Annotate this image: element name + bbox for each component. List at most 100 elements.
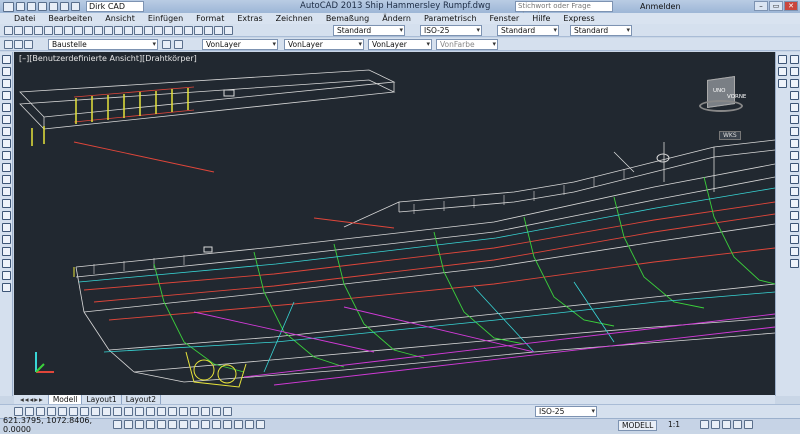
annotation-scale[interactable]: 1:1 xyxy=(668,420,680,429)
open-drawing-icon[interactable] xyxy=(14,25,23,35)
infer-constraints-icon[interactable] xyxy=(113,420,122,429)
clean-screen-icon[interactable] xyxy=(744,420,753,429)
menu-item-aendern[interactable]: Ändern xyxy=(382,14,411,23)
extend-icon[interactable] xyxy=(790,175,799,184)
zoom-previous-icon[interactable] xyxy=(154,25,163,35)
move-icon[interactable] xyxy=(790,115,799,124)
linetype-select[interactable]: VonLayer xyxy=(284,39,364,50)
gradient-icon[interactable] xyxy=(2,235,11,244)
menu-item-zeichnen[interactable]: Zeichnen xyxy=(276,14,313,23)
stretch-icon[interactable] xyxy=(790,151,799,160)
redo-tool-icon[interactable] xyxy=(114,25,123,35)
break-icon[interactable] xyxy=(790,199,799,208)
dim-baseline-icon[interactable] xyxy=(113,407,122,416)
tab-layout1[interactable]: Layout1 xyxy=(82,395,122,404)
lineweight-select[interactable]: VonLayer xyxy=(368,39,432,50)
dim-edit-icon[interactable] xyxy=(201,407,210,416)
revcloud-icon[interactable] xyxy=(2,139,11,148)
tab-layout2[interactable]: Layout2 xyxy=(122,395,161,404)
ellipse-arc-icon[interactable] xyxy=(2,175,11,184)
send-back-icon[interactable] xyxy=(778,67,787,76)
viewcube[interactable]: UNO VORNE xyxy=(699,74,746,118)
undo-tool-icon[interactable] xyxy=(104,25,113,35)
polar-tracking-icon[interactable] xyxy=(157,420,166,429)
dim-continue-icon[interactable] xyxy=(124,407,133,416)
layer-select[interactable]: Baustelle xyxy=(48,39,158,50)
app-menu-icon[interactable] xyxy=(3,1,14,12)
quick-properties-icon[interactable] xyxy=(245,420,254,429)
erase-icon[interactable] xyxy=(790,55,799,64)
bring-front-icon[interactable] xyxy=(778,55,787,64)
transparency-icon[interactable] xyxy=(234,420,243,429)
properties-icon[interactable] xyxy=(164,25,173,35)
dim-text-edit-icon[interactable] xyxy=(212,407,221,416)
mtext-icon[interactable] xyxy=(2,271,11,280)
menu-item-datei[interactable]: Datei xyxy=(14,14,35,23)
open-icon[interactable] xyxy=(27,1,36,11)
table-style-select[interactable]: Standard xyxy=(497,25,559,36)
minimize-button[interactable]: – xyxy=(754,1,768,11)
mleader-style-select[interactable]: Standard xyxy=(570,25,632,36)
join-icon[interactable] xyxy=(790,211,799,220)
center-mark-icon[interactable] xyxy=(168,407,177,416)
workspace-switch-icon[interactable] xyxy=(700,420,709,429)
zoom-realtime-icon[interactable] xyxy=(134,25,143,35)
workspace-select[interactable]: Dirk CAD xyxy=(86,1,144,12)
inspection-icon[interactable] xyxy=(179,407,188,416)
grid-display-icon[interactable] xyxy=(135,420,144,429)
layer-state-icon[interactable] xyxy=(14,39,23,49)
fillet-icon[interactable] xyxy=(790,235,799,244)
redo-icon[interactable] xyxy=(60,1,69,11)
save-drawing-icon[interactable] xyxy=(24,25,33,35)
selection-cycling-icon[interactable] xyxy=(256,420,265,429)
hatch-icon[interactable] xyxy=(2,223,11,232)
wcs-menu[interactable]: WKS xyxy=(719,131,741,140)
drawing-viewport[interactable]: [–][Benutzerdefinierte Ansicht][Drahtkör… xyxy=(14,52,775,395)
zoom-window-icon[interactable] xyxy=(144,25,153,35)
snap-mode-icon[interactable] xyxy=(124,420,133,429)
spline-icon[interactable] xyxy=(2,151,11,160)
new-drawing-icon[interactable] xyxy=(4,25,13,35)
menu-item-bemassung[interactable]: Bemaßung xyxy=(326,14,369,23)
bring-above-icon[interactable] xyxy=(778,79,787,88)
bottom-dim-style-select[interactable]: ISO-25 xyxy=(535,406,597,417)
login-button[interactable]: Anmelden xyxy=(640,2,681,11)
viewport-controls-label[interactable]: [–][Benutzerdefinierte Ansicht][Drahtkör… xyxy=(19,54,197,63)
menu-item-bearbeiten[interactable]: Bearbeiten xyxy=(48,14,92,23)
make-block-icon[interactable] xyxy=(2,199,11,208)
ortho-mode-icon[interactable] xyxy=(146,420,155,429)
table-icon[interactable] xyxy=(2,259,11,268)
pan-icon[interactable] xyxy=(124,25,133,35)
lineweight-toggle-icon[interactable] xyxy=(223,420,232,429)
line-icon[interactable] xyxy=(2,55,11,64)
tab-model[interactable]: Modell xyxy=(48,395,83,404)
viewcube-top-label[interactable]: UNO xyxy=(713,88,725,94)
polygon-icon[interactable] xyxy=(2,91,11,100)
offset-icon[interactable] xyxy=(790,91,799,100)
blend-icon[interactable] xyxy=(790,247,799,256)
design-center-icon[interactable] xyxy=(174,25,183,35)
plot-icon[interactable] xyxy=(71,1,80,11)
viewcube-front-label[interactable]: VORNE xyxy=(727,94,746,100)
dim-break-icon[interactable] xyxy=(146,407,155,416)
rotate-icon[interactable] xyxy=(790,127,799,136)
dynamic-ucs-icon[interactable] xyxy=(201,420,210,429)
arc-icon[interactable] xyxy=(2,115,11,124)
tool-palettes-icon[interactable] xyxy=(184,25,193,35)
maximize-button[interactable]: ▭ xyxy=(769,1,783,11)
xline-icon[interactable] xyxy=(2,67,11,76)
menu-item-format[interactable]: Format xyxy=(196,14,224,23)
isolate-objects-icon[interactable] xyxy=(733,420,742,429)
rectangle-icon[interactable] xyxy=(2,103,11,112)
match-properties-icon[interactable] xyxy=(94,25,103,35)
menu-item-hilfe[interactable]: Hilfe xyxy=(532,14,550,23)
copy-icon[interactable] xyxy=(74,25,83,35)
new-icon[interactable] xyxy=(16,1,25,11)
layer-previous-icon[interactable] xyxy=(174,40,183,49)
menu-item-parametrisch[interactable]: Parametrisch xyxy=(424,14,477,23)
region-icon[interactable] xyxy=(2,247,11,256)
tolerance-icon[interactable] xyxy=(157,407,166,416)
undo-icon[interactable] xyxy=(49,1,58,11)
explode-icon[interactable] xyxy=(790,259,799,268)
help-icon[interactable] xyxy=(224,25,233,35)
